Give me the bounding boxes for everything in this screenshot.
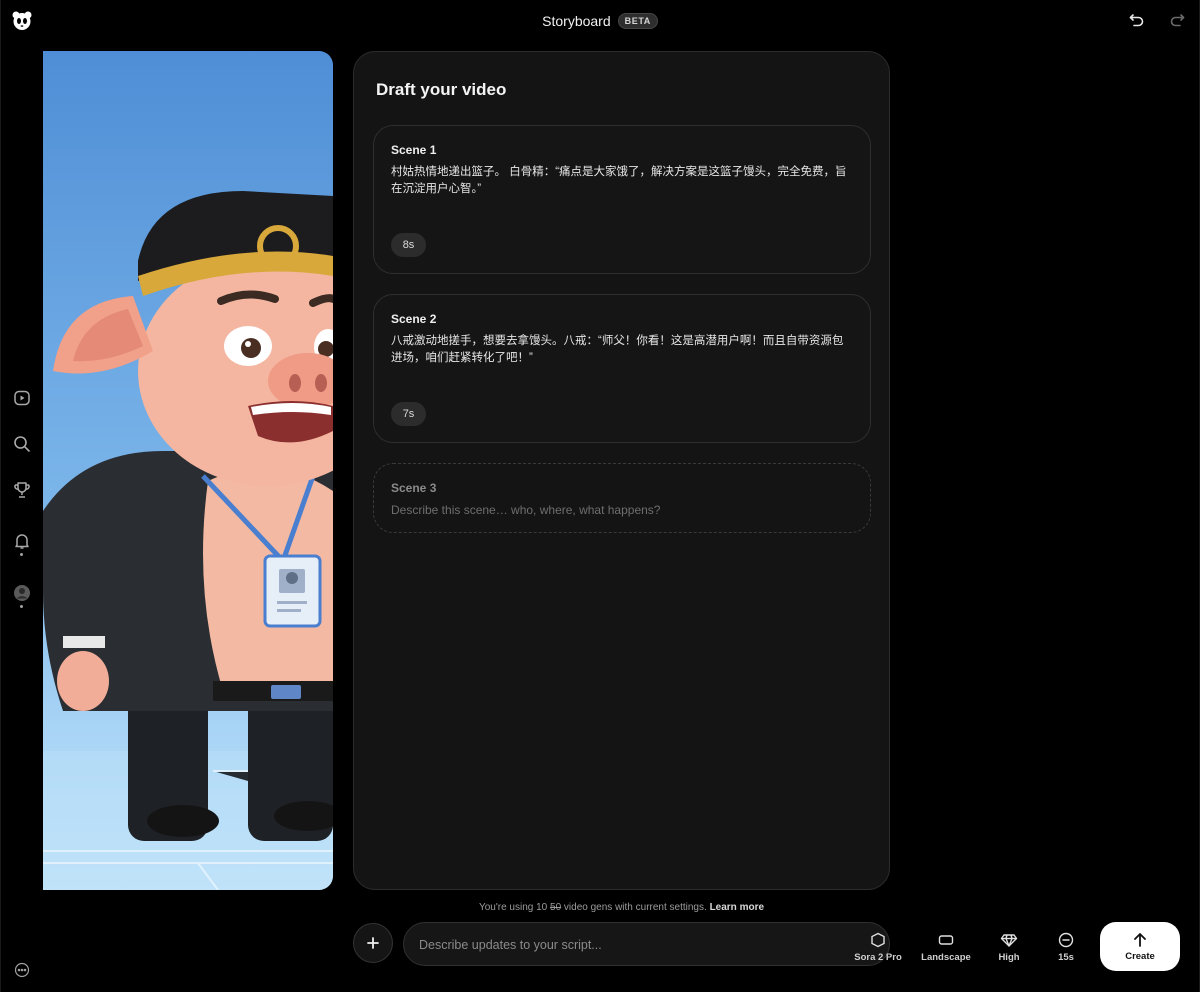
create-button[interactable]: Create <box>1100 922 1180 971</box>
quality-selector[interactable]: High <box>979 931 1039 965</box>
usage-prefix: You're using 10 <box>478 902 548 913</box>
scene-text[interactable]: 八戒激动地搓手，想要去拿馒头。八戒：“师父！你看！这是高潜用户啊！而且自带资源包… <box>391 333 851 367</box>
pig-character-image <box>43 191 333 890</box>
script-prompt-input[interactable] <box>419 935 839 955</box>
plus-icon <box>367 937 379 949</box>
duration-label: 15s <box>1058 952 1074 963</box>
scene-duration[interactable]: 7s <box>391 402 426 426</box>
learn-more-link[interactable]: Learn more <box>710 902 764 913</box>
model-icon <box>871 932 885 948</box>
scene-label: Scene 2 <box>391 312 437 326</box>
model-selector[interactable]: Sora 2 Pro <box>848 931 908 965</box>
quality-label: High <box>998 952 1020 963</box>
scene-card-2[interactable]: Scene 2 八戒激动地搓手，想要去拿馒头。八戒：“师父！你看！这是高潜用户啊… <box>373 294 871 443</box>
landscape-icon <box>938 935 954 945</box>
usage-suffix: video gens with current settings. <box>563 902 707 913</box>
video-preview[interactable] <box>43 51 333 890</box>
more-icon[interactable] <box>14 962 30 978</box>
orientation-label: Landscape <box>921 952 971 963</box>
arrow-up-icon <box>1134 932 1146 947</box>
undo-icon[interactable] <box>1128 11 1146 29</box>
model-label: Sora 2 Pro <box>854 952 902 963</box>
duration-selector[interactable]: 15s <box>1036 931 1096 965</box>
storyboard-panel: Draft your video Scene 1 村姑热情地递出篮子。 白骨精：… <box>353 51 890 890</box>
bell-icon[interactable] <box>12 531 32 551</box>
scene-text[interactable]: 村姑热情地递出篮子。 白骨精：“痛点是大家饿了，解决方案是这篮子馒头，完全免费，… <box>391 164 851 198</box>
trophy-icon[interactable] <box>12 480 32 500</box>
clock-icon <box>1058 932 1074 948</box>
side-navigation <box>0 0 44 992</box>
add-button[interactable] <box>353 923 393 963</box>
profile-dot <box>20 605 23 608</box>
orientation-selector[interactable]: Landscape <box>916 931 976 965</box>
diamond-icon <box>1000 934 1018 947</box>
create-label: Create <box>1125 950 1155 962</box>
redo-icon[interactable] <box>1168 11 1186 29</box>
script-prompt-box[interactable] <box>403 922 890 966</box>
search-icon[interactable] <box>12 434 32 454</box>
scene-label: Scene 1 <box>391 143 437 157</box>
beta-badge: BETA <box>617 13 658 29</box>
topbar-title: Storyboard BETA <box>0 11 1200 31</box>
scene-label: Scene 3 <box>391 481 437 495</box>
page-title: Storyboard <box>542 13 611 29</box>
scene-card-1[interactable]: Scene 1 村姑热情地递出篮子。 白骨精：“痛点是大家饿了，解决方案是这篮子… <box>373 125 871 274</box>
panel-title: Draft your video <box>376 80 507 99</box>
video-icon[interactable] <box>12 388 32 408</box>
notification-dot <box>20 553 23 556</box>
usage-struck: 50 <box>550 902 562 913</box>
profile-icon[interactable] <box>12 583 32 603</box>
usage-note: You're using 10 50 video gens with curre… <box>353 902 890 913</box>
scene-placeholder[interactable]: Describe this scene… who, where, what ha… <box>391 503 660 517</box>
scene-card-3[interactable]: Scene 3 Describe this scene… who, where,… <box>373 463 871 533</box>
scene-duration[interactable]: 8s <box>391 233 426 257</box>
